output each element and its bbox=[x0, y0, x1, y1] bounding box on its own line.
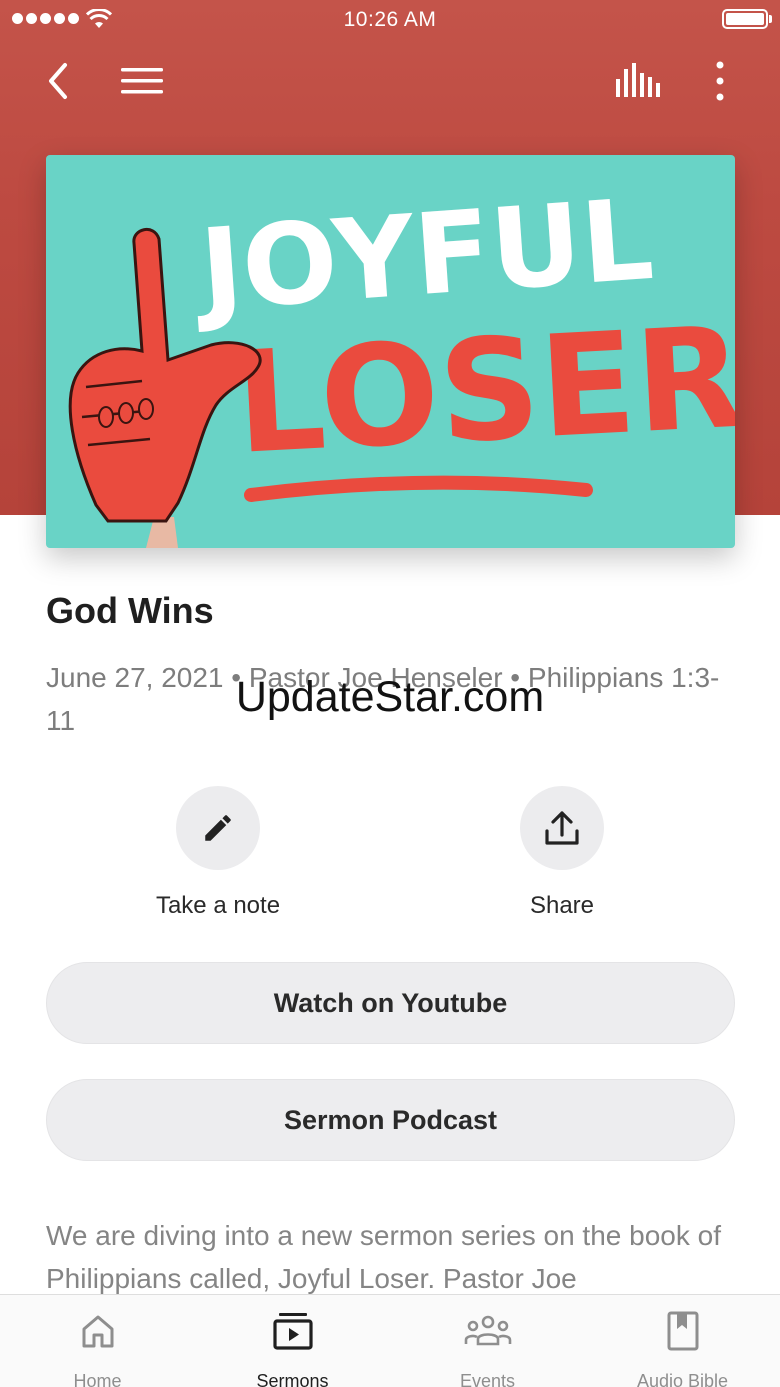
home-icon bbox=[82, 1315, 113, 1348]
watermark: UpdateStar.com bbox=[235, 673, 545, 721]
tab-sermons-label: Sermons bbox=[256, 1371, 329, 1387]
artwork-title-line2: LOSER bbox=[232, 297, 735, 486]
tab-home[interactable]: Home bbox=[0, 1295, 195, 1387]
chevron-left-icon bbox=[49, 63, 67, 99]
sermon-title: God Wins bbox=[46, 590, 214, 631]
menu-button[interactable] bbox=[117, 56, 167, 106]
sermon-artwork: JOYFUL LOSER bbox=[46, 155, 735, 548]
take-note-label: Take a note bbox=[155, 892, 281, 919]
watch-youtube-button[interactable]: Watch on Youtube bbox=[46, 962, 735, 1044]
more-options-button[interactable] bbox=[695, 56, 745, 106]
sermon-description: We are diving into a new sermon series o… bbox=[46, 1220, 721, 1294]
more-vertical-icon bbox=[716, 61, 724, 101]
audio-button[interactable] bbox=[612, 56, 662, 106]
share-upload-icon bbox=[545, 811, 579, 845]
battery-icon bbox=[722, 9, 768, 29]
tab-sermons[interactable]: Sermons bbox=[195, 1295, 390, 1387]
artwork-underline bbox=[244, 475, 593, 502]
tab-home-label: Home bbox=[73, 1371, 122, 1387]
take-note-action[interactable]: Take a note bbox=[133, 786, 303, 920]
tab-events[interactable]: Events bbox=[390, 1295, 585, 1387]
pencil-icon bbox=[205, 815, 231, 841]
book-bookmark-icon bbox=[667, 1311, 698, 1351]
audio-bars-icon bbox=[616, 63, 660, 97]
tab-audio-bible[interactable]: Audio Bible bbox=[585, 1295, 780, 1387]
tab-events-label: Events bbox=[459, 1371, 516, 1387]
share-button[interactable] bbox=[520, 786, 604, 870]
hamburger-menu-icon bbox=[121, 68, 163, 94]
people-group-icon bbox=[464, 1315, 511, 1346]
bottom-tab-bar: Home Sermons Events Audio Bible bbox=[0, 1294, 780, 1387]
status-time: 10:26 AM bbox=[343, 8, 437, 31]
battery-tip bbox=[769, 15, 772, 23]
take-note-button[interactable] bbox=[176, 786, 260, 870]
share-label: Share bbox=[529, 892, 595, 919]
back-button[interactable] bbox=[33, 56, 83, 106]
nav-bar bbox=[0, 50, 780, 110]
share-action[interactable]: Share bbox=[477, 786, 647, 920]
tab-audio-bible-label: Audio Bible bbox=[636, 1371, 729, 1387]
sermons-play-icon bbox=[272, 1313, 313, 1350]
status-bar: 10:26 AM bbox=[0, 0, 780, 40]
sermon-podcast-button[interactable]: Sermon Podcast bbox=[46, 1079, 735, 1161]
